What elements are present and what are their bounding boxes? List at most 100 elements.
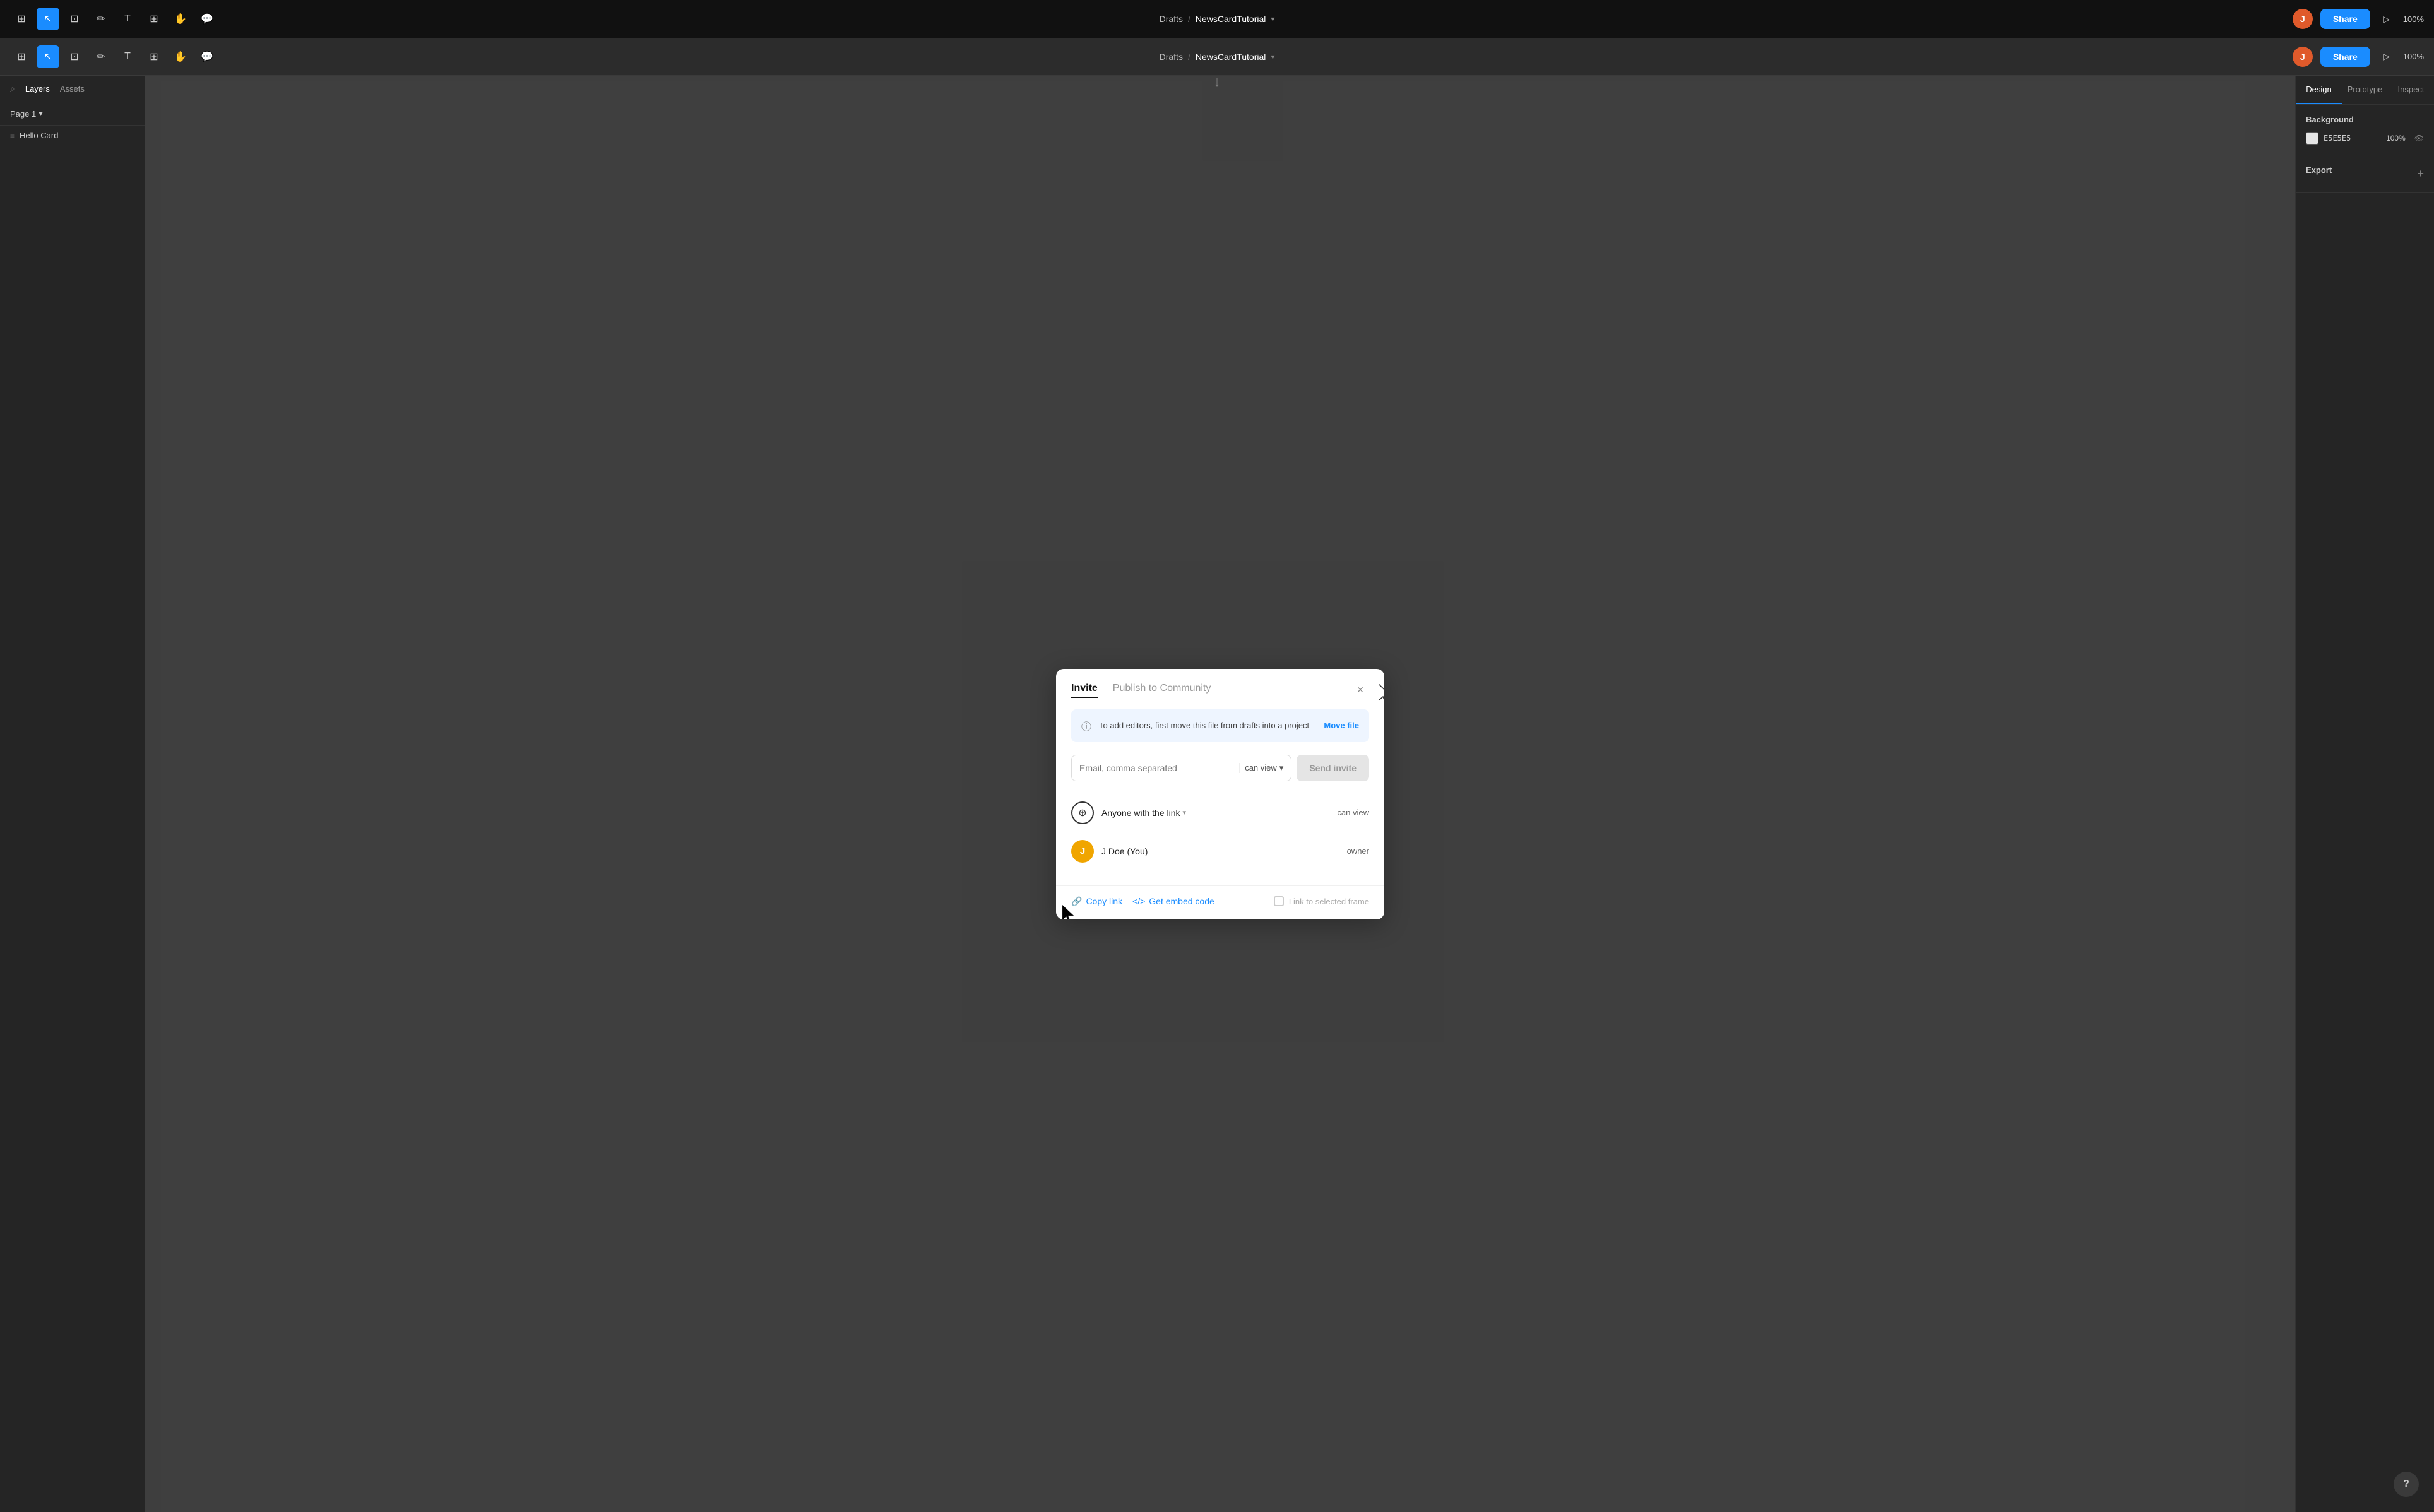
add-export-icon[interactable]: + xyxy=(2417,167,2424,180)
page-label: Page 1 xyxy=(10,109,36,119)
user-name: J Doe (You) xyxy=(1101,846,1148,856)
panel-tabs: Design Prototype Inspect xyxy=(2296,76,2434,105)
bg-opacity[interactable]: 100% xyxy=(2386,134,2406,143)
left-sidebar: ⌕ Layers Assets Page 1 ▾ ≡ Hello Card xyxy=(0,76,145,1512)
ghost-toolbar-right: J Share ▷ 100% xyxy=(2293,9,2424,29)
ghost-toolbar: ⊞ ↖ ⊡ ✏ T ⊞ ✋ 💬 Drafts / NewsCardTutoria… xyxy=(0,0,2434,38)
frame-tool[interactable]: ⊡ xyxy=(63,45,86,68)
anyone-label-text: Anyone with the link xyxy=(1101,808,1180,818)
page-chevron: ▾ xyxy=(39,109,43,119)
sidebar-tab-layers[interactable]: Layers xyxy=(25,84,50,93)
layer-name: Hello Card xyxy=(20,131,58,140)
modal-body: ⓘ To add editors, first move this file f… xyxy=(1056,709,1384,885)
breadcrumb[interactable]: Drafts / NewsCardTutorial ▾ xyxy=(1160,52,1275,62)
invite-row: can view ▾ Send invite xyxy=(1071,755,1369,781)
ghost-toolbar-left: ⊞ ↖ ⊡ ✏ T ⊞ ✋ 💬 xyxy=(10,8,2288,30)
bg-color-swatch[interactable] xyxy=(2306,132,2318,145)
sidebar-tabs: ⌕ Layers Assets xyxy=(0,76,145,102)
modal-header: Invite Publish to Community × xyxy=(1056,669,1384,709)
embed-code-button[interactable]: </> Get embed code xyxy=(1132,896,1214,906)
text-tool[interactable]: T xyxy=(116,45,139,68)
ghost-component-tool: ⊞ xyxy=(10,8,33,30)
eye-icon[interactable]: 👁 xyxy=(2414,134,2424,143)
send-invite-button[interactable]: Send invite xyxy=(1297,755,1369,781)
toolbar-right: J Share ▷ 100% xyxy=(2293,47,2424,67)
ghost-toolbar-center: Drafts / NewsCardTutorial ▾ xyxy=(1160,14,1275,24)
content-area: ⌕ Layers Assets Page 1 ▾ ≡ Hello Card xyxy=(0,76,2434,1512)
ghost-avatar: J xyxy=(2293,9,2313,29)
info-icon: ⓘ xyxy=(1081,718,1091,733)
permission-label: can view xyxy=(1245,763,1277,772)
modal-tabs: Invite Publish to Community xyxy=(1071,683,1211,698)
avatar[interactable]: J xyxy=(2293,47,2313,67)
hand-tool[interactable]: ✋ xyxy=(169,45,192,68)
modal-tab-invite[interactable]: Invite xyxy=(1071,683,1098,698)
share-button[interactable]: Share xyxy=(2320,47,2370,67)
toolbar-left: ⊞ ↖ ⊡ ✏ T ⊞ ✋ 💬 xyxy=(10,45,2288,68)
main-toolbar: ⊞ ↖ ⊡ ✏ T ⊞ ✋ 💬 Drafts / NewsCardTutoria… xyxy=(0,38,2434,76)
breadcrumb-chevron[interactable]: ▾ xyxy=(1271,52,1274,61)
page-selector[interactable]: Page 1 ▾ xyxy=(0,102,145,126)
email-input[interactable] xyxy=(1079,755,1239,781)
user-avatar: J xyxy=(1071,840,1094,863)
play-button[interactable]: ▷ xyxy=(2378,48,2395,66)
permission-select[interactable]: can view ▾ xyxy=(1239,763,1283,773)
breadcrumb-file: NewsCardTutorial xyxy=(1196,52,1266,62)
ghost-hand-tool: ✋ xyxy=(169,8,192,30)
user-role: owner xyxy=(1347,846,1369,856)
ghost-separator: / xyxy=(1188,14,1190,24)
toolbar-center: Drafts / NewsCardTutorial ▾ xyxy=(1160,52,1275,62)
search-icon[interactable]: ⌕ xyxy=(10,83,15,94)
panel-tab-inspect[interactable]: Inspect xyxy=(2388,76,2434,104)
ghost-select-tool: ↖ xyxy=(37,8,59,30)
modal-tab-publish[interactable]: Publish to Community xyxy=(1113,683,1211,698)
export-section: Export + xyxy=(2296,155,2434,193)
anyone-label[interactable]: Anyone with the link ▾ xyxy=(1101,808,1186,818)
info-banner: ⓘ To add editors, first move this file f… xyxy=(1071,709,1369,742)
right-panel: Design Prototype Inspect Background E5E5… xyxy=(2295,76,2434,1512)
help-button[interactable]: ? xyxy=(2394,1472,2419,1497)
bg-row: E5E5E5 100% 👁 xyxy=(2306,132,2424,145)
globe-icon-wrap: ⊕ xyxy=(1071,801,1094,824)
anyone-permission: can view xyxy=(1337,808,1369,817)
bg-hex[interactable]: E5E5E5 xyxy=(2324,134,2351,143)
comment-tool[interactable]: 💬 xyxy=(196,45,218,68)
ghost-breadcrumb-drafts: Drafts xyxy=(1160,14,1183,24)
copy-link-button[interactable]: 🔗 Copy link xyxy=(1071,896,1122,907)
breadcrumb-drafts: Drafts xyxy=(1160,52,1183,62)
permission-chevron: ▾ xyxy=(1279,763,1284,773)
globe-icon: ⊕ xyxy=(1078,806,1086,819)
ghost-play-button: ▷ xyxy=(2378,10,2395,28)
modal-footer: 🔗 Copy link </> Get embed code Link to s… xyxy=(1056,885,1384,919)
info-text: To add editors, first move this file fro… xyxy=(1099,721,1316,730)
code-icon: </> xyxy=(1132,896,1145,906)
link-icon: 🔗 xyxy=(1071,896,1082,907)
modal-close-button[interactable]: × xyxy=(1351,682,1369,699)
panel-tab-design[interactable]: Design xyxy=(2296,76,2342,104)
ghost-zoom-label: 100% xyxy=(2403,15,2424,24)
canvas[interactable]: Invite Publish to Community × ⓘ To add e… xyxy=(145,76,2295,1512)
move-file-link[interactable]: Move file xyxy=(1324,721,1359,730)
modal-overlay: Invite Publish to Community × ⓘ To add e… xyxy=(145,76,2295,1512)
ghost-resources-tool: ⊞ xyxy=(143,8,165,30)
select-tool[interactable]: ↖ xyxy=(37,45,59,68)
ghost-frame-tool: ⊡ xyxy=(63,8,86,30)
ghost-breadcrumb-file: NewsCardTutorial xyxy=(1196,14,1266,24)
anyone-chevron: ▾ xyxy=(1183,808,1187,817)
link-to-frame-checkbox[interactable] xyxy=(1274,896,1284,906)
zoom-label[interactable]: 100% xyxy=(2403,52,2424,61)
vector-tool[interactable]: ✏ xyxy=(90,45,112,68)
link-to-frame-label: Link to selected frame xyxy=(1289,897,1369,906)
layer-item[interactable]: ≡ Hello Card xyxy=(0,126,145,145)
layer-icon: ≡ xyxy=(10,131,15,140)
sidebar-tab-assets[interactable]: Assets xyxy=(60,84,85,93)
resources-tool[interactable]: ⊞ xyxy=(143,45,165,68)
ghost-chevron: ▾ xyxy=(1271,15,1274,23)
embed-code-label: Get embed code xyxy=(1149,896,1214,906)
ghost-vector-tool: ✏ xyxy=(90,8,112,30)
link-to-frame-row: Link to selected frame xyxy=(1274,896,1369,906)
panel-tab-prototype[interactable]: Prototype xyxy=(2342,76,2388,104)
user-row: J J Doe (You) owner xyxy=(1071,832,1369,870)
component-tool[interactable]: ⊞ xyxy=(10,45,33,68)
ghost-comment-tool: 💬 xyxy=(196,8,218,30)
